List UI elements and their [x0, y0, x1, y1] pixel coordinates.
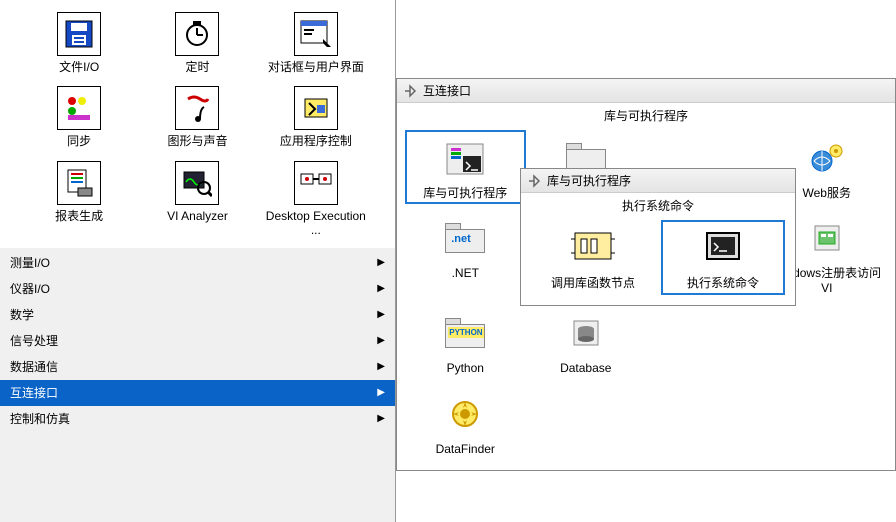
menu-label: 控制和仿真	[10, 410, 70, 427]
subpalette-item-label: 执行系统命令	[687, 274, 759, 291]
palette-item-label: 应用程序控制	[280, 134, 352, 148]
palette-item-file-io[interactable]: 文件I/O	[20, 8, 138, 78]
palette-item-label: Desktop Execution ...	[261, 209, 371, 238]
desktop-exec-icon	[299, 168, 333, 198]
call-lib-icon	[571, 227, 615, 267]
palette-item-timing[interactable]: 定时	[138, 8, 256, 78]
menu-data-communication[interactable]: 数据通信 ▶	[0, 354, 395, 380]
functions-palette-panel: 文件I/O 定时 对话框与用户界面 同步 图形与声音 应用程序控制 报表生成	[0, 0, 396, 522]
chevron-right-icon: ▶	[377, 257, 385, 268]
subpalette-item-label: .NET	[452, 266, 479, 280]
floppy-icon	[64, 19, 94, 49]
menu-label: 仪器I/O	[10, 280, 50, 297]
palette-item-label: 同步	[67, 134, 91, 148]
subpalette-item-database[interactable]: Database	[526, 305, 647, 379]
palette-item-label: 对话框与用户界面	[268, 60, 364, 74]
chevron-right-icon: ▶	[377, 361, 385, 372]
subpalette-item-datafinder[interactable]: DataFinder	[405, 386, 526, 460]
subpalette-title: 互连接口	[423, 82, 471, 99]
pin-icon[interactable]	[403, 84, 417, 98]
subpalette-item-python[interactable]: PYTHON Python	[405, 305, 526, 379]
subpalette-item-label: Web服务	[803, 186, 851, 200]
lib-icon	[445, 138, 485, 178]
menu-label: 测量I/O	[10, 254, 50, 271]
menu-label: 互连接口	[10, 384, 58, 401]
palette-item-label: 图形与声音	[167, 134, 227, 148]
subpalette-item-label: DataFinder	[436, 442, 495, 456]
pin-icon[interactable]	[527, 174, 541, 188]
subpalette-item-label: Database	[560, 361, 611, 375]
watch-icon	[182, 19, 212, 49]
subpalette-item-lib-exec[interactable]: 库与可执行程序	[405, 130, 526, 204]
subpalette-section-title: 库与可执行程序	[397, 103, 895, 126]
palette-item-report[interactable]: 报表生成	[20, 157, 138, 242]
database-icon	[568, 315, 604, 351]
palette-item-label: 定时	[185, 60, 209, 74]
chevron-right-icon: ▶	[377, 413, 385, 424]
menu-control-simulation[interactable]: 控制和仿真 ▶	[0, 406, 395, 432]
menu-label: 数学	[10, 306, 34, 323]
system-cmd-icon	[701, 227, 745, 267]
subpalette-item-call-library[interactable]: 调用库函数节点	[531, 220, 655, 295]
menu-math[interactable]: 数学 ▶	[0, 302, 395, 328]
palette-item-sync[interactable]: 同步	[20, 82, 138, 152]
palette-item-label: 报表生成	[55, 209, 103, 223]
subpalette-item-system-exec[interactable]: 执行系统命令	[661, 220, 785, 295]
subpalette-header: 互连接口	[397, 79, 895, 103]
graphics-sound-icon	[182, 93, 212, 123]
web-icon	[808, 139, 846, 177]
python-icon: PYTHON	[445, 318, 485, 348]
dialog-icon	[299, 19, 333, 49]
subpalette-title: 库与可执行程序	[547, 172, 631, 189]
chevron-right-icon: ▶	[377, 387, 385, 398]
subpalette-header: 库与可执行程序	[521, 169, 795, 193]
subpalette-item-label: 调用库函数节点	[551, 274, 635, 291]
lib-exec-subpalette: 库与可执行程序 执行系统命令 调用库函数节点 执行系统命令	[520, 168, 796, 306]
dotnet-icon: .net	[445, 223, 485, 253]
vi-analyzer-icon	[182, 168, 212, 198]
app-control-icon	[301, 93, 331, 123]
palette-item-desktop-exec[interactable]: Desktop Execution ...	[257, 157, 375, 242]
report-icon	[64, 168, 94, 198]
subpalette-item-dotnet[interactable]: .net .NET	[405, 210, 526, 284]
menu-instrument-io[interactable]: 仪器I/O ▶	[0, 276, 395, 302]
chevron-right-icon: ▶	[377, 283, 385, 294]
menu-label: 信号处理	[10, 332, 58, 349]
menu-connectivity[interactable]: 互连接口 ▶	[0, 380, 395, 406]
palette-item-vi-analyzer[interactable]: VI Analyzer	[138, 157, 256, 242]
menu-signal-processing[interactable]: 信号处理 ▶	[0, 328, 395, 354]
palette-item-label: 文件I/O	[59, 60, 99, 74]
palette-item-graphics-sound[interactable]: 图形与声音	[138, 82, 256, 152]
menu-label: 数据通信	[10, 358, 58, 375]
subpalette-grid: 调用库函数节点 执行系统命令	[521, 216, 795, 305]
chevron-right-icon: ▶	[377, 309, 385, 320]
palette-item-app-control[interactable]: 应用程序控制	[257, 82, 375, 152]
registry-icon	[809, 220, 845, 256]
palette-item-label: VI Analyzer	[167, 209, 228, 223]
subpalette-section-title: 执行系统命令	[521, 193, 795, 216]
datafinder-icon	[447, 396, 483, 432]
sync-icon	[64, 93, 94, 123]
category-menu: 测量I/O ▶ 仪器I/O ▶ 数学 ▶ 信号处理 ▶ 数据通信 ▶ 互连接口 ▶ 控制和仿…	[0, 250, 395, 432]
chevron-right-icon: ▶	[377, 335, 385, 346]
palette-icon-grid: 文件I/O 定时 对话框与用户界面 同步 图形与声音 应用程序控制 报表生成	[0, 0, 395, 248]
menu-measurement-io[interactable]: 测量I/O ▶	[0, 250, 395, 276]
subpalette-item-label: Python	[447, 361, 484, 375]
subpalette-item-label: 库与可执行程序	[423, 186, 507, 200]
palette-item-dialog-ui[interactable]: 对话框与用户界面	[257, 8, 375, 78]
